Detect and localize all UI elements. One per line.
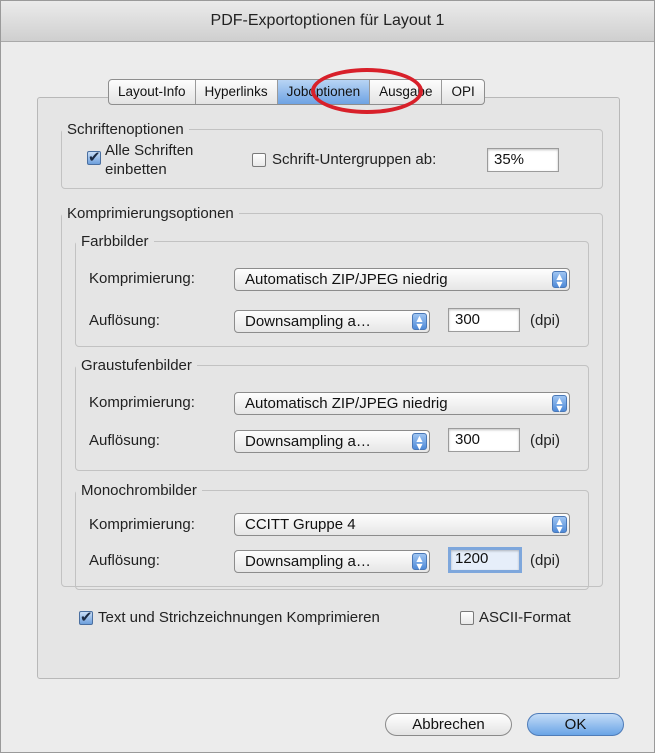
compression-options-legend: Komprimierungsoptionen xyxy=(67,205,234,222)
mono-dpi-unit: (dpi) xyxy=(530,552,561,569)
mono-images-legend: Monochrombilder xyxy=(81,482,197,499)
compress-text-label: Text und Strichzeichnungen Komprimieren xyxy=(98,609,380,626)
embed-all-line2: einbetten xyxy=(105,161,167,178)
color-resolution-value: Downsampling a… xyxy=(245,313,371,330)
popup-arrows-icon: ▲ ▼ xyxy=(552,516,567,534)
popup-arrows-icon: ▲ ▼ xyxy=(412,433,427,451)
popup-arrows-icon: ▲ ▼ xyxy=(552,271,567,289)
popup-arrows-icon: ▲ ▼ xyxy=(552,395,567,413)
tab-layout-info[interactable]: Layout-Info xyxy=(109,80,196,104)
gray-images-legend: Graustufenbilder xyxy=(81,357,192,374)
mono-resolution-value: Downsampling a… xyxy=(245,553,371,570)
font-subset-checkbox[interactable] xyxy=(252,153,266,167)
mono-resolution-popup[interactable]: Downsampling a… ▲ ▼ xyxy=(234,550,430,573)
color-dpi-field[interactable]: 300 xyxy=(448,308,520,332)
gray-dpi-unit: (dpi) xyxy=(530,432,561,449)
mono-compression-label: Komprimierung: xyxy=(89,516,195,533)
gray-compression-popup[interactable]: Automatisch ZIP/JPEG niedrig ▲ ▼ xyxy=(234,392,570,415)
ok-button[interactable]: OK xyxy=(527,713,624,736)
embed-all-fonts-label: Alle Schriften einbetten xyxy=(105,141,193,179)
color-dpi-unit: (dpi) xyxy=(530,312,561,329)
gray-resolution-value: Downsampling a… xyxy=(245,433,371,450)
tab-opi[interactable]: OPI xyxy=(442,80,483,104)
mono-compression-popup[interactable]: CCITT Gruppe 4 ▲ ▼ xyxy=(234,513,570,536)
tab-hyperlinks[interactable]: Hyperlinks xyxy=(196,80,278,104)
cancel-button[interactable]: Abbrechen xyxy=(385,713,512,736)
embed-all-line1: Alle Schriften xyxy=(105,142,194,159)
gray-compression-value: Automatisch ZIP/JPEG niedrig xyxy=(245,395,448,412)
color-compression-label: Komprimierung: xyxy=(89,270,195,287)
font-options-legend: Schriftenoptionen xyxy=(67,121,184,138)
mono-compression-value: CCITT Gruppe 4 xyxy=(245,516,356,533)
color-images-legend: Farbbilder xyxy=(81,233,149,250)
gray-compression-label: Komprimierung: xyxy=(89,394,195,411)
ascii-format-checkbox[interactable] xyxy=(460,611,474,625)
pdf-export-dialog: PDF-Exportoptionen für Layout 1 Layout-I… xyxy=(0,0,655,753)
gray-resolution-label: Auflösung: xyxy=(89,432,160,449)
font-subset-label: Schrift-Untergruppen ab: xyxy=(272,151,437,168)
color-compression-popup[interactable]: Automatisch ZIP/JPEG niedrig ▲ ▼ xyxy=(234,268,570,291)
mono-images-group: Monochrombilder xyxy=(75,482,589,590)
gray-resolution-popup[interactable]: Downsampling a… ▲ ▼ xyxy=(234,430,430,453)
color-resolution-popup[interactable]: Downsampling a… ▲ ▼ xyxy=(234,310,430,333)
mono-dpi-field[interactable]: 1200 xyxy=(448,547,522,573)
tab-bar: Layout-Info Hyperlinks Joboptionen Ausga… xyxy=(108,79,485,105)
popup-arrows-icon: ▲ ▼ xyxy=(412,313,427,331)
gray-dpi-field[interactable]: 300 xyxy=(448,428,520,452)
font-subset-field[interactable]: 35% xyxy=(487,148,559,172)
compress-text-checkbox[interactable] xyxy=(79,608,93,626)
mono-resolution-label: Auflösung: xyxy=(89,552,160,569)
color-resolution-label: Auflösung: xyxy=(89,312,160,329)
color-compression-value: Automatisch ZIP/JPEG niedrig xyxy=(245,271,448,288)
popup-arrows-icon: ▲ ▼ xyxy=(412,553,427,571)
highlight-annotation xyxy=(311,68,423,114)
window-title: PDF-Exportoptionen für Layout 1 xyxy=(1,1,654,42)
ascii-format-label: ASCII-Format xyxy=(479,609,571,626)
embed-all-fonts-checkbox[interactable] xyxy=(87,148,101,166)
